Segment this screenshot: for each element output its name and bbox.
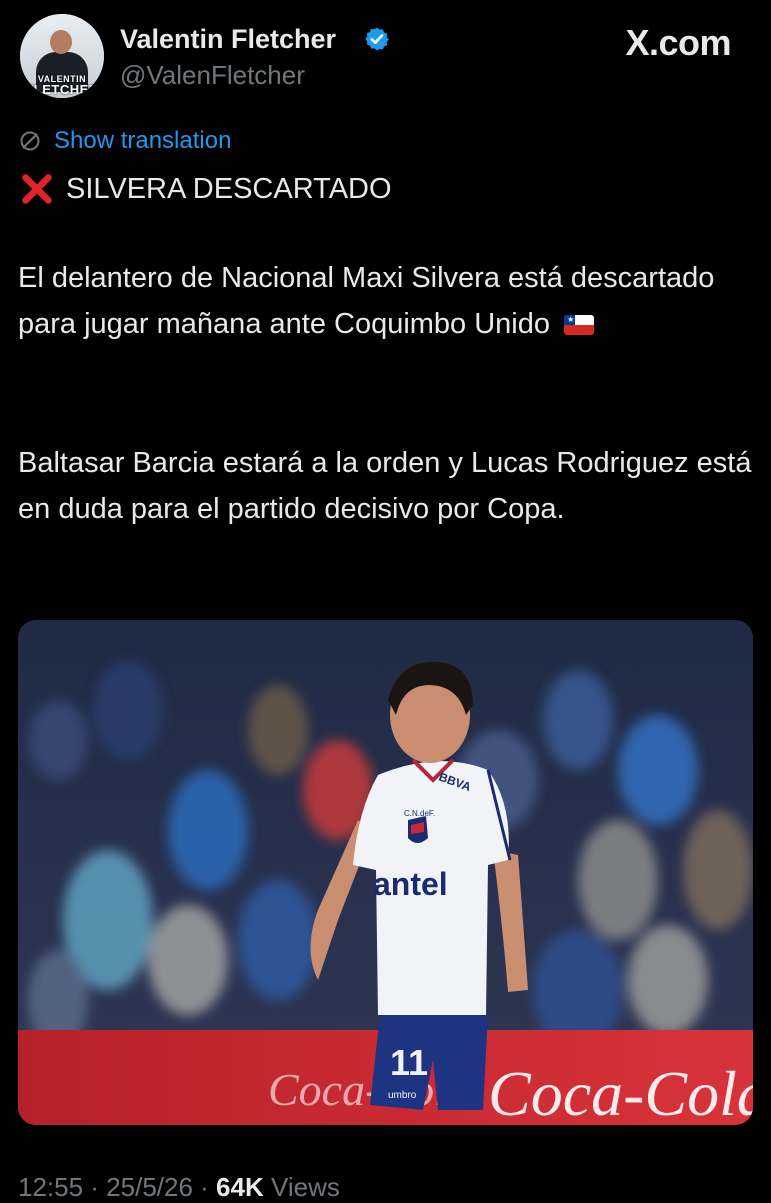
views-label: Views — [263, 1172, 340, 1202]
tweet-time[interactable]: 12:55 — [18, 1172, 83, 1202]
verified-badge-icon — [365, 27, 389, 51]
shorts-number: 11 — [390, 1042, 428, 1083]
jersey-badge: C.N.deF. — [404, 809, 435, 818]
shorts-brand: umbro — [388, 1090, 417, 1101]
translate-icon — [20, 131, 40, 151]
tweet-date[interactable]: 25/5/26 — [106, 1172, 193, 1202]
jersey-sponsor: antel — [373, 866, 448, 902]
show-translation-link[interactable]: Show translation — [18, 126, 231, 156]
tweet-paragraph-2: Baltasar Barcia estará a la orden y Luca… — [18, 447, 752, 525]
x-logo: X.com — [625, 22, 731, 63]
author-avatar[interactable]: VALENTIN FLETCHER — [20, 14, 104, 98]
show-translation-label[interactable]: Show translation — [54, 127, 231, 155]
chile-flag-icon: ★ — [564, 315, 595, 335]
avatar-text-bottom: FLETCHER — [25, 82, 99, 97]
tweet-header: VALENTIN FLETCHER Valentin Fletcher @Val… — [18, 14, 753, 102]
tweet-title-text: SILVERA DESCARTADO — [66, 172, 392, 205]
tweet-paragraph-1-text: El delantero de Nacional Maxi Silvera es… — [18, 262, 715, 340]
tweet-paragraph-1: El delantero de Nacional Maxi Silvera es… — [18, 255, 753, 347]
author-name[interactable]: Valentin Fletcher — [120, 24, 336, 55]
author-handle[interactable]: @ValenFletcher — [120, 60, 305, 91]
tweet-photo[interactable]: Coca-Cola Coca-Cola antel BBVA C.N.deF. … — [18, 620, 753, 1125]
ad-text-right: Coca-Cola — [488, 1058, 753, 1125]
tweet-title: SILVERA DESCARTADO — [18, 170, 392, 208]
tweet-meta: 12:55 · 25/5/26 · 64K Views — [18, 1172, 340, 1202]
player-photo-illustration: Coca-Cola Coca-Cola antel BBVA C.N.deF. … — [18, 620, 753, 1125]
views-count: 64K — [216, 1172, 264, 1202]
cross-mark-icon — [22, 174, 52, 204]
